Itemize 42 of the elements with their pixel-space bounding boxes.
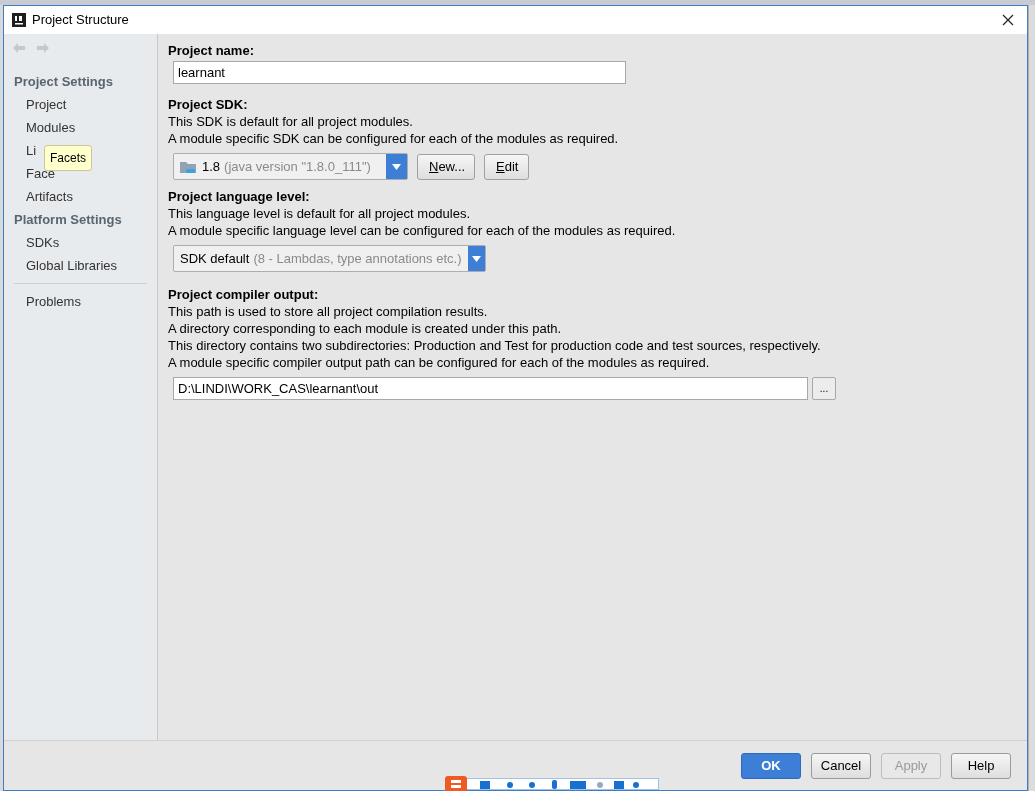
browse-button[interactable]: ... (812, 377, 836, 400)
button[interactable]: Cancel (811, 752, 871, 779)
section-label: Project SDK: (168, 96, 249, 113)
description-text: A module specific language level can be configured for each of the modules as required. (168, 222, 677, 239)
description-text: A directory corresponding to each module is created under this path. (168, 320, 563, 337)
description-text: This SDK is default for all project modules. (168, 113, 414, 130)
button[interactable]: Edit (484, 153, 529, 180)
folder-icon (180, 159, 198, 174)
app-logo-icon (12, 13, 26, 27)
description-text: A module specific compiler output path can be configured for each of the modules as required. (168, 354, 711, 371)
sidebar-item[interactable]: SDKs (26, 231, 60, 254)
sidebar-item[interactable]: Project (26, 93, 67, 116)
button[interactable]: OK (741, 752, 801, 779)
close-icon[interactable] (1002, 14, 1014, 26)
dropdown-arrow-icon (471, 255, 481, 262)
sidebar-item[interactable]: Artifacts (26, 185, 73, 208)
sidebar-item[interactable]: Li (26, 139, 37, 162)
section-heading: Project Settings (13, 73, 114, 91)
description-text: This directory contains two subdirectories: Production and Test for production code and test sources, respectively. (168, 337, 822, 354)
window-title: Project Structure (32, 11, 129, 30)
section-heading: Platform Settings (13, 211, 123, 229)
section-label: Project compiler output: (168, 286, 320, 303)
description-text: This language level is default for all project modules. (168, 205, 472, 222)
sidebar-item[interactable]: Global Libraries (26, 254, 118, 277)
description-text: A module specific SDK can be configured for each of the modules as required. (168, 130, 620, 147)
sidebar-item[interactable]: Problems (4, 290, 157, 313)
text-field[interactable]: D:\LINDI\WORK_CAS\learnant\out (173, 377, 808, 400)
description-text: This path is used to store all project compilation results. (168, 303, 489, 320)
button[interactable]: Help (951, 752, 1011, 779)
dropdown-detail: (8 - Lambdas, type annotations etc.) (253, 249, 462, 268)
dropdown[interactable]: SDK default (8 - Lambdas, type annotations etc.) (173, 245, 486, 272)
dropdown-value: 1.8 (202, 157, 221, 176)
section-label: Project language level: (168, 188, 311, 205)
dropdown-detail: (java version "1.8.0_111") (224, 157, 371, 176)
dropdown[interactable]: 1.8 (java version "1.8.0_111") (173, 153, 408, 180)
text-field[interactable]: learnant (173, 61, 626, 84)
section-label: Project name: (168, 42, 255, 59)
dropdown-arrow-icon (392, 163, 401, 170)
dropdown-value: SDK default (180, 249, 250, 268)
sidebar-item[interactable]: Modules (26, 116, 76, 139)
tooltip: Facets (44, 145, 92, 171)
button[interactable]: New... (417, 153, 475, 180)
